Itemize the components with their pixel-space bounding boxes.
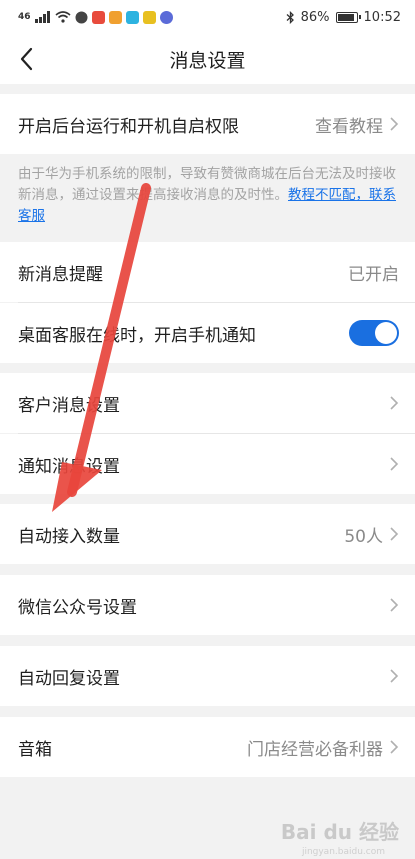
app-notification-icon [142, 10, 156, 24]
baidu-watermark-url: jingyan.baidu.com [301, 847, 385, 857]
wechat-official-account-label: 微信公众号设置 [18, 597, 137, 618]
chevron-right-icon [390, 396, 399, 410]
speaker-row[interactable]: 音箱 门店经营必备利器 [0, 717, 415, 777]
app-notification-icon [91, 10, 105, 24]
app-notification-icon [108, 10, 122, 24]
chevron-right-icon [390, 669, 399, 683]
network-label: 46 [18, 12, 31, 22]
page-title: 消息设置 [169, 49, 246, 72]
battery-icon [335, 11, 361, 23]
new-message-reminder-row[interactable]: 新消息提醒 已开启 [0, 242, 415, 302]
toggle-knob [375, 322, 397, 344]
permission-note: 由于华为手机系统的限制，导致有赞微商城在后台无法及时接收新消息，通过设置来提高接… [0, 154, 415, 240]
status-bar: 46 86% 10:52 [0, 0, 415, 34]
baidu-watermark: Bai du 经验 [280, 820, 399, 844]
chevron-right-icon [390, 117, 399, 131]
speaker-value: 门店经营必备利器 [247, 739, 383, 760]
bluetooth-icon [286, 10, 294, 24]
view-tutorial-link[interactable]: 查看教程 [315, 112, 399, 137]
customer-message-settings-label: 客户消息设置 [18, 395, 120, 416]
nav-bar: 消息设置 [0, 34, 415, 84]
new-message-reminder-label: 新消息提醒 [18, 264, 103, 285]
chevron-right-icon [390, 527, 399, 541]
back-arrow-icon[interactable] [14, 45, 42, 73]
auto-reply-settings-label: 自动回复设置 [18, 668, 120, 689]
desktop-notify-toggle[interactable] [349, 320, 399, 346]
auto-accept-count-value-group: 50人 [344, 522, 399, 547]
app-notification-icon [125, 10, 139, 24]
customer-message-settings-row[interactable]: 客户消息设置 [0, 373, 415, 433]
battery-percent: 86% [300, 9, 330, 25]
desktop-notify-row: 桌面客服在线时，开启手机通知 [0, 303, 415, 363]
notice-message-settings-label: 通知消息设置 [18, 456, 120, 477]
auto-accept-count-value: 50人 [344, 526, 383, 547]
chevron-right-icon [390, 598, 399, 612]
chevron-right-icon [390, 740, 399, 754]
wechat-official-account-row[interactable]: 微信公众号设置 [0, 575, 415, 635]
signal-icon [34, 11, 50, 23]
auto-accept-count-row[interactable]: 自动接入数量 50人 [0, 504, 415, 564]
autostart-permission-row[interactable]: 开启后台运行和开机自启权限 查看教程 [0, 94, 415, 154]
app-notification-icon [75, 11, 88, 23]
auto-accept-count-label: 自动接入数量 [18, 526, 120, 547]
notice-message-settings-row[interactable]: 通知消息设置 [0, 434, 415, 494]
wifi-icon [55, 11, 71, 23]
auto-reply-settings-row[interactable]: 自动回复设置 [0, 646, 415, 706]
speaker-value-group: 门店经营必备利器 [247, 735, 399, 760]
status-time: 10:52 [363, 9, 401, 25]
new-message-reminder-value: 已开启 [348, 264, 399, 285]
desktop-notify-label: 桌面客服在线时，开启手机通知 [18, 325, 256, 346]
chevron-right-icon [390, 457, 399, 471]
speaker-label: 音箱 [18, 739, 52, 760]
view-tutorial-text: 查看教程 [315, 116, 383, 137]
status-right: 86% 10:52 [286, 10, 401, 25]
app-notification-icon [159, 10, 173, 24]
autostart-permission-label: 开启后台运行和开机自启权限 [18, 116, 239, 137]
status-left: 46 [18, 10, 173, 24]
